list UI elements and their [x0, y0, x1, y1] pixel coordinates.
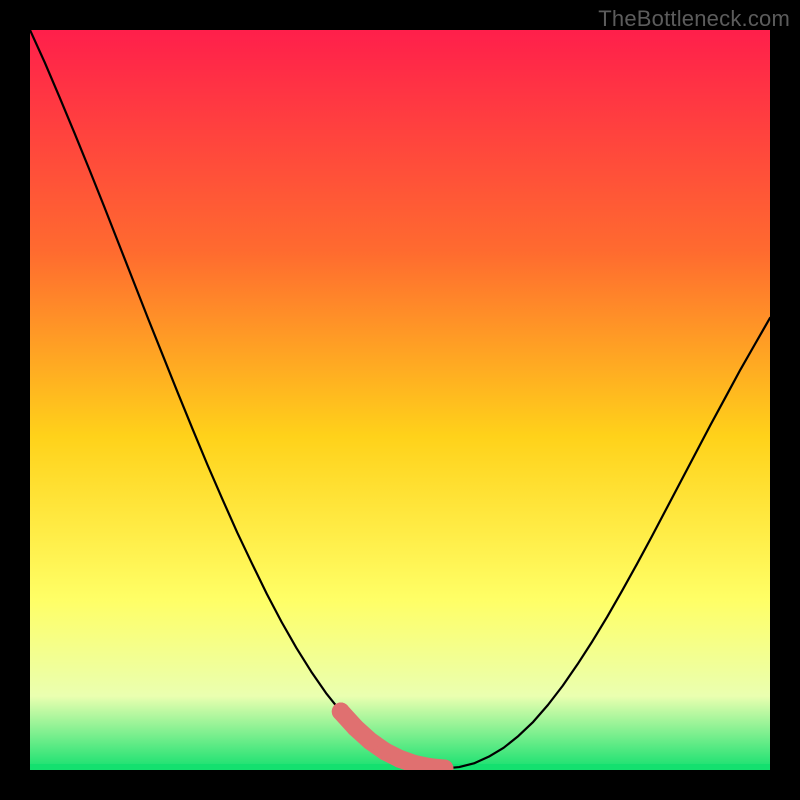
marker-dot [361, 732, 379, 750]
marker-dot [347, 719, 365, 737]
chart-svg [30, 30, 770, 770]
chart-stage: TheBottleneck.com [0, 0, 800, 800]
marker-dot [332, 703, 350, 721]
watermark-text: TheBottleneck.com [598, 6, 790, 32]
plot-area [30, 30, 770, 770]
